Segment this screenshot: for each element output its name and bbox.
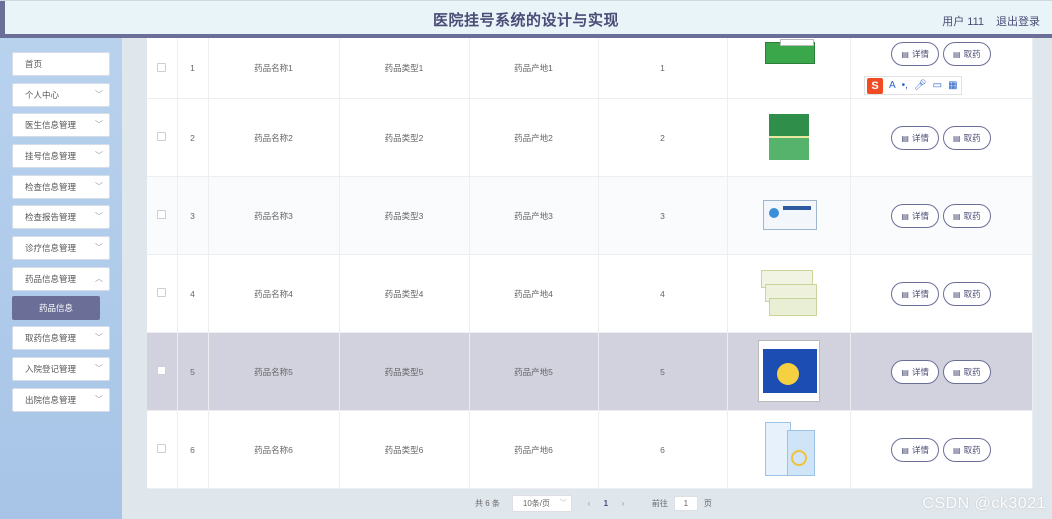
fetch-icon: ▤ [953, 50, 961, 59]
fetch-medicine-button[interactable]: ▤ 取药 [943, 42, 991, 66]
detail-icon: ▤ [901, 211, 909, 221]
detail-icon: ▤ [901, 133, 909, 143]
current-user: 用户 111 [942, 16, 984, 28]
keyboard-icon[interactable]: ▭ [933, 80, 942, 91]
detail-button[interactable]: ▤ 详情 [891, 437, 939, 462]
chevron-up-icon: ︿ [95, 273, 103, 283]
grid-icon[interactable]: ▦ [948, 80, 957, 91]
sidebar-item-report[interactable]: 检查报告管理 ﹀ [12, 205, 110, 230]
detail-icon: ▤ [901, 289, 909, 299]
pagination: 共 6 条 10条/页 ﹀ ‹ 1 › 前往 1 页 [475, 494, 712, 512]
page-number[interactable]: 1 [596, 499, 616, 508]
row-checkbox[interactable] [157, 288, 167, 297]
chevron-down-icon: ﹀ [95, 89, 103, 99]
sidebar-item-exam[interactable]: 检查信息管理 ﹀ [12, 174, 110, 199]
logout-link[interactable]: 退出登录 [996, 13, 1040, 29]
chevron-down-icon: ﹀ [559, 499, 567, 507]
fetch-icon: ▤ [953, 367, 961, 377]
medicine-table-panel: 1 药品名称1 药品类型1 药品产地1 1 ▤ 详情 ▤ 取药 2 药品名称2 药品类… [147, 38, 1033, 489]
detail-icon: ▤ [901, 445, 909, 455]
sidebar: 首页 个人中心 ﹀ 医生信息管理 ﹀ 挂号信息管理 ﹀ 检查信息管理 ﹀ 检查报告管理 ﹀… [0, 38, 122, 519]
chevron-down-icon: ﹀ [95, 363, 103, 373]
ime-letter-icon[interactable]: A [889, 80, 896, 91]
page-unit: 页 [703, 498, 712, 508]
chevron-down-icon: ﹀ [95, 120, 103, 130]
sidebar-item-registration[interactable]: 挂号信息管理 ﹀ [12, 144, 110, 169]
goto-label: 前往 [651, 498, 668, 508]
table-row[interactable]: 3 药品名称3 药品类型3 药品产地3 3 ▤ 详情 ▤ 取药 [147, 176, 1033, 255]
medicine-image [759, 186, 819, 244]
sidebar-item-doctor[interactable]: 医生信息管理 ﹀ [12, 113, 110, 138]
fetch-medicine-button[interactable]: ▤ 取药 [943, 437, 991, 462]
medicine-image [759, 264, 819, 322]
fetch-icon: ▤ [953, 211, 961, 221]
sidebar-menu: 首页 个人中心 ﹀ 医生信息管理 ﹀ 挂号信息管理 ﹀ 检查信息管理 ﹀ 检查报告管理 ﹀… [12, 52, 110, 418]
row-checkbox[interactable] [157, 62, 167, 72]
sidebar-item-discharge[interactable]: 出院信息管理 ﹀ [12, 387, 110, 412]
next-page-button[interactable]: › [616, 499, 630, 508]
medicine-image [759, 420, 819, 478]
microphone-icon[interactable]: 🎤︎ [914, 80, 927, 91]
row-checkbox[interactable] [157, 366, 167, 375]
fetch-icon: ▤ [953, 133, 961, 143]
detail-button[interactable]: ▤ 详情 [891, 359, 939, 384]
fetch-medicine-button[interactable]: ▤ 取药 [943, 359, 991, 384]
medicine-image [759, 38, 819, 96]
ime-toolbar[interactable]: S A •, 🎤︎ ▭ ▦ [864, 76, 962, 95]
fetch-medicine-button[interactable]: ▤ 取药 [943, 203, 991, 228]
table-row[interactable]: 2 药品名称2 药品类型2 药品产地2 2 ▤ 详情 ▤ 取药 [147, 98, 1033, 177]
detail-button[interactable]: ▤ 详情 [891, 42, 939, 66]
detail-button[interactable]: ▤ 详情 [891, 125, 939, 150]
top-header: 医院挂号系统的设计与实现 用户 111 退出登录 [0, 0, 1052, 38]
medicine-image [759, 108, 819, 166]
ime-logo-icon[interactable]: S [867, 77, 883, 94]
detail-button[interactable]: ▤ 详情 [891, 281, 939, 306]
chevron-down-icon: ﹀ [95, 151, 103, 161]
table-row[interactable]: 4 药品名称4 药品类型4 药品产地4 4 ▤ 详情 ▤ 取药 [147, 254, 1033, 333]
fetch-icon: ▤ [953, 445, 961, 455]
sidebar-subitem-medicine-info[interactable]: 药品信息 [12, 295, 100, 320]
medicine-table: 1 药品名称1 药品类型1 药品产地1 1 ▤ 详情 ▤ 取药 2 药品名称2 药品类… [147, 38, 1033, 489]
sidebar-item-medicine[interactable]: 药品信息管理 ︿ [12, 266, 110, 291]
sidebar-item-admission[interactable]: 入院登记管理 ﹀ [12, 356, 110, 381]
chevron-down-icon: ﹀ [95, 333, 103, 343]
detail-button[interactable]: ▤ 详情 [891, 203, 939, 228]
detail-icon: ▤ [901, 50, 909, 59]
fetch-medicine-button[interactable]: ▤ 取药 [943, 281, 991, 306]
chevron-down-icon: ﹀ [95, 212, 103, 222]
sidebar-item-home[interactable]: 首页 [12, 52, 110, 76]
detail-icon: ▤ [901, 367, 909, 377]
table-row[interactable]: 6 药品名称6 药品类型6 药品产地6 6 ▤ 详情 ▤ 取药 [147, 410, 1033, 489]
page-title: 医院挂号系统的设计与实现 [432, 12, 619, 29]
sidebar-item-treatment[interactable]: 诊疗信息管理 ﹀ [12, 236, 110, 261]
row-checkbox[interactable] [157, 444, 167, 453]
sidebar-item-dispense[interactable]: 取药信息管理 ﹀ [12, 326, 110, 351]
total-count: 共 6 条 [475, 498, 500, 508]
sidebar-item-profile[interactable]: 个人中心 ﹀ [12, 82, 110, 107]
ime-punct-icon[interactable]: •, [902, 80, 908, 91]
table-row[interactable]: 5 药品名称5 药品类型5 药品产地5 5 ▤ 详情 ▤ 取药 [147, 332, 1033, 411]
page-size-select[interactable]: 10条/页 ﹀ [511, 494, 572, 512]
chevron-down-icon: ﹀ [95, 243, 103, 253]
medicine-image [757, 339, 820, 402]
watermark: CSDN @ck3021 [922, 495, 1046, 512]
fetch-medicine-button[interactable]: ▤ 取药 [943, 125, 991, 150]
fetch-icon: ▤ [953, 289, 961, 299]
prev-page-button[interactable]: ‹ [582, 499, 596, 508]
row-checkbox[interactable] [157, 210, 167, 219]
row-checkbox[interactable] [157, 132, 167, 141]
goto-page-input[interactable]: 1 [673, 495, 698, 511]
chevron-down-icon: ﹀ [95, 181, 103, 191]
chevron-down-icon: ﹀ [95, 394, 103, 404]
